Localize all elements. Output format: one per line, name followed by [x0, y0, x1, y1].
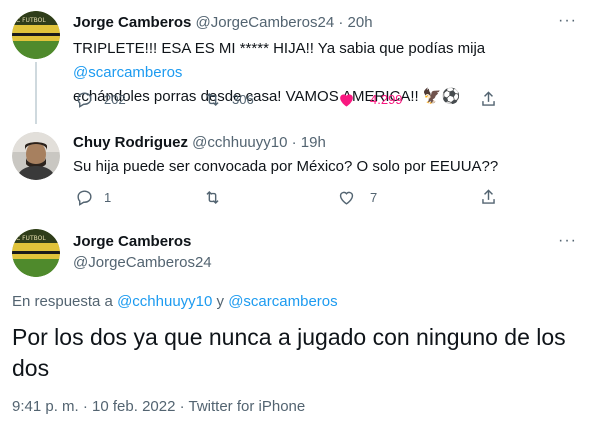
display-name[interactable]: Jorge Camberos: [73, 14, 191, 31]
user-handle[interactable]: @cchhuuyy10: [192, 134, 287, 151]
tweet-header: Jorge Camberos @JorgeCamberos24 · 20h: [73, 14, 373, 31]
reply-prefix: En respuesta a: [12, 293, 118, 310]
tweet-2[interactable]: Chuy Rodriguez @cchhuuyy10 · 19h Su hija…: [0, 122, 595, 218]
user-handle[interactable]: @JorgeCamberos24: [73, 254, 212, 271]
more-icon[interactable]: ···: [558, 232, 577, 250]
mention-link[interactable]: @scarcamberos: [228, 293, 337, 310]
avatar[interactable]: C FUTBOL: [12, 11, 60, 59]
display-name[interactable]: Chuy Rodriguez: [73, 134, 188, 151]
retweet-icon: [206, 92, 219, 107]
share-button[interactable]: [479, 90, 498, 109]
separator: ·: [338, 14, 344, 31]
share-icon: [482, 189, 495, 204]
tweet-actions: 1 7: [65, 188, 505, 208]
like-count: 7: [370, 190, 378, 205]
tweet-meta: 9:41 p. m. · 10 feb. 2022 · Twitter for …: [12, 398, 305, 415]
separator: ·: [291, 134, 297, 151]
reply-count: 202: [104, 92, 126, 107]
tweet-header: Chuy Rodriguez @cchhuuyy10 · 19h: [73, 134, 326, 151]
mention-link[interactable]: @scarcamberos: [73, 64, 182, 81]
heart-icon: [339, 191, 354, 205]
reply-context: En respuesta a @cchhuuyy10 y @scarcamber…: [12, 293, 338, 310]
share-icon: [482, 91, 495, 106]
display-name[interactable]: Jorge Camberos: [73, 233, 191, 250]
timestamp[interactable]: 19h: [301, 134, 326, 151]
user-handle[interactable]: @JorgeCamberos24: [196, 14, 335, 31]
like-button[interactable]: 4.299: [337, 90, 403, 109]
tweet-timestamp[interactable]: 9:41 p. m. · 10 feb. 2022 ·: [12, 398, 189, 415]
retweet-button[interactable]: [203, 188, 222, 207]
reply-and: y: [212, 293, 229, 310]
thread-line: [35, 62, 37, 124]
like-count: 4.299: [370, 92, 403, 107]
tweet-actions: 202 306 4.299: [65, 90, 505, 110]
svg-text:C FUTBOL: C FUTBOL: [16, 235, 46, 242]
more-icon[interactable]: ···: [558, 12, 577, 30]
main-tweet-text: Por los dos ya que nunca a jugado con ni…: [12, 324, 566, 381]
tweet-1[interactable]: C FUTBOL Jorge Camberos @JorgeCamberos24…: [0, 0, 595, 124]
reply-icon: [77, 190, 92, 206]
like-button[interactable]: 7: [337, 188, 377, 207]
reply-button[interactable]: 1: [75, 188, 111, 207]
reply-icon: [77, 92, 92, 108]
svg-text:C FUTBOL: C FUTBOL: [16, 17, 46, 24]
tweet-text-part: TRIPLETE!!! ESA ES MI ***** HIJA!! Ya sa…: [73, 40, 486, 57]
avatar[interactable]: C FUTBOL: [12, 229, 60, 277]
tweet-text: Su hija puede ser convocada por México? …: [73, 155, 578, 179]
avatar[interactable]: [12, 132, 60, 180]
retweet-button[interactable]: 306: [203, 90, 254, 109]
retweet-count: 306: [232, 92, 254, 107]
heart-icon: [340, 94, 353, 107]
share-button[interactable]: [479, 188, 498, 207]
reply-button[interactable]: 202: [75, 90, 126, 109]
main-tweet: C FUTBOL Jorge Camberos @JorgeCamberos24…: [0, 218, 595, 432]
mention-link[interactable]: @cchhuuyy10: [117, 293, 212, 310]
reply-count: 1: [104, 190, 112, 205]
timestamp[interactable]: 20h: [348, 14, 373, 31]
retweet-icon: [206, 190, 219, 205]
tweet-source[interactable]: Twitter for iPhone: [189, 398, 306, 415]
tweet-text-part: Su hija puede ser convocada por México? …: [73, 158, 499, 175]
